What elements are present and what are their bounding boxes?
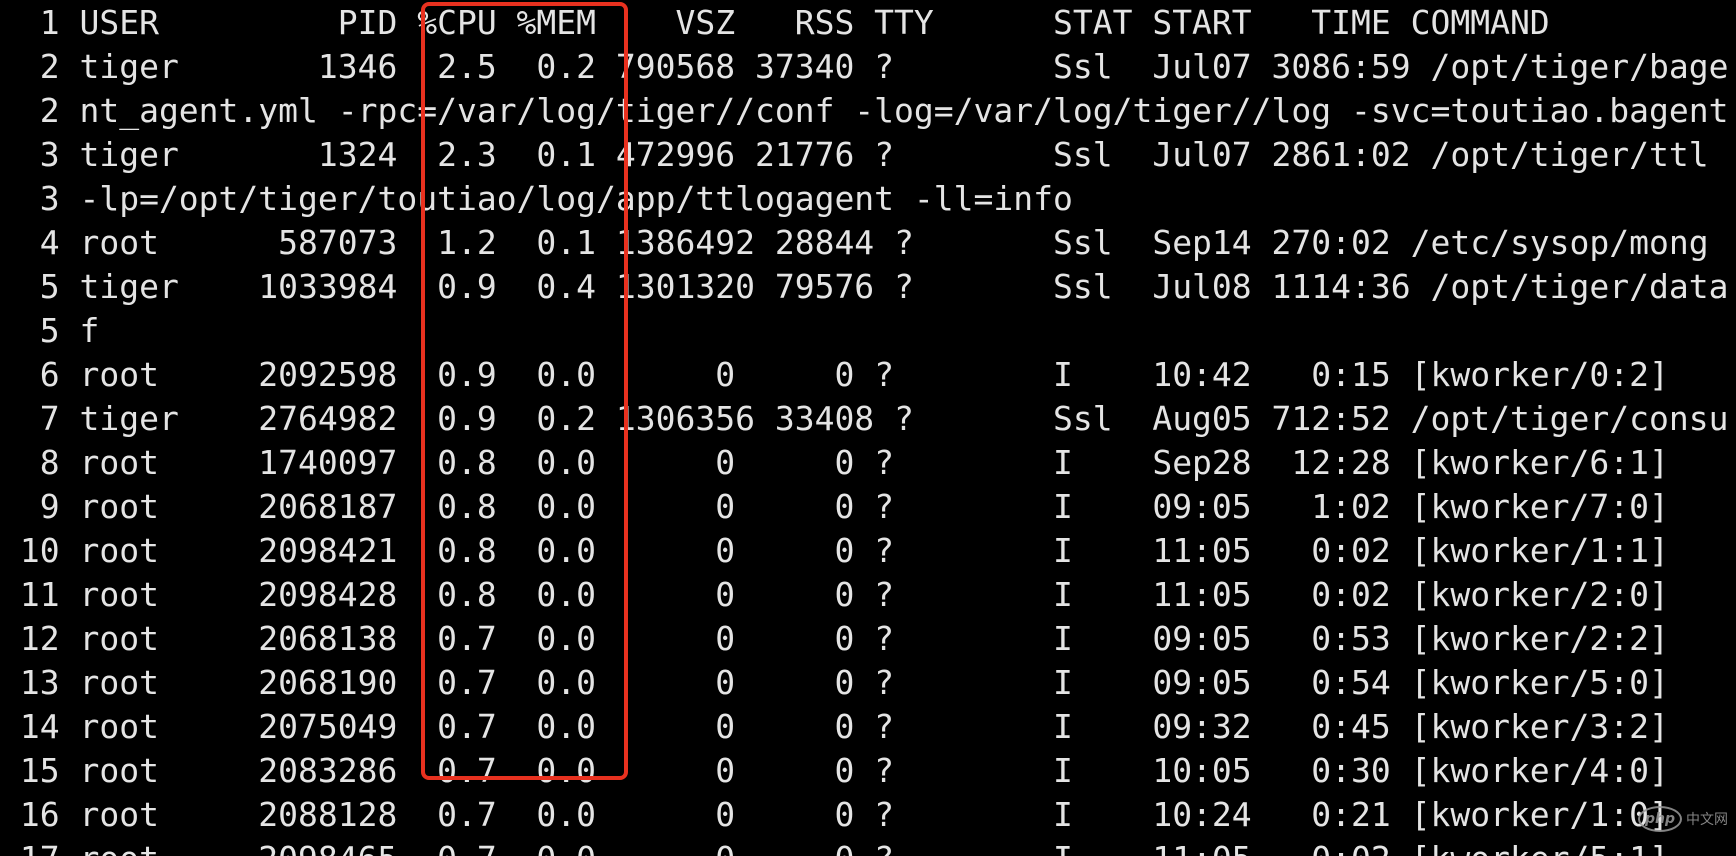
terminal-window[interactable]: 1 USER PID %CPU %MEM VSZ RSS TTY STAT ST… <box>0 0 1736 856</box>
terminal-line: 4 root 587073 1.2 0.1 1386492 28844 ? Ss… <box>0 223 1709 262</box>
site-watermark: php 中文网 <box>1638 806 1728 832</box>
terminal-line: 13 root 2068190 0.7 0.0 0 0 ? I 09:05 0:… <box>0 663 1669 702</box>
terminal-line: 6 root 2092598 0.9 0.0 0 0 ? I 10:42 0:1… <box>0 355 1669 394</box>
terminal-line: 11 root 2098428 0.8 0.0 0 0 ? I 11:05 0:… <box>0 575 1669 614</box>
terminal-line: 15 root 2083286 0.7 0.0 0 0 ? I 10:05 0:… <box>0 751 1669 790</box>
terminal-line-header: 1 USER PID %CPU %MEM VSZ RSS TTY STAT ST… <box>0 3 1550 42</box>
terminal-output: 1 USER PID %CPU %MEM VSZ RSS TTY STAT ST… <box>0 1 1736 856</box>
terminal-line: 5 tiger 1033984 0.9 0.4 1301320 79576 ? … <box>0 267 1729 306</box>
terminal-line: 7 tiger 2764982 0.9 0.2 1306356 33408 ? … <box>0 399 1729 438</box>
terminal-line: 17 root 2098465 0.7 0.0 0 0 ? I 11:05 0:… <box>0 837 1736 856</box>
terminal-line: 2 tiger 1346 2.5 0.2 790568 37340 ? Ssl … <box>0 47 1729 86</box>
watermark-text: 中文网 <box>1686 812 1728 828</box>
terminal-line: 3 -lp=/opt/tiger/toutiao/log/app/ttlogag… <box>0 179 1073 218</box>
terminal-line: 5 f <box>0 311 100 350</box>
php-logo-icon: php <box>1638 806 1682 832</box>
terminal-line: 2 nt_agent.yml -rpc=/var/log/tiger//conf… <box>0 91 1729 130</box>
terminal-line: 10 root 2098421 0.8 0.0 0 0 ? I 11:05 0:… <box>0 531 1669 570</box>
terminal-line: 14 root 2075049 0.7 0.0 0 0 ? I 09:32 0:… <box>0 707 1669 746</box>
terminal-line: 8 root 1740097 0.8 0.0 0 0 ? I Sep28 12:… <box>0 443 1669 482</box>
terminal-line: 9 root 2068187 0.8 0.0 0 0 ? I 09:05 1:0… <box>0 487 1669 526</box>
terminal-line: 3 tiger 1324 2.3 0.1 472996 21776 ? Ssl … <box>0 135 1709 174</box>
terminal-line: 12 root 2068138 0.7 0.0 0 0 ? I 09:05 0:… <box>0 619 1669 658</box>
terminal-line: 16 root 2088128 0.7 0.0 0 0 ? I 10:24 0:… <box>0 795 1669 834</box>
